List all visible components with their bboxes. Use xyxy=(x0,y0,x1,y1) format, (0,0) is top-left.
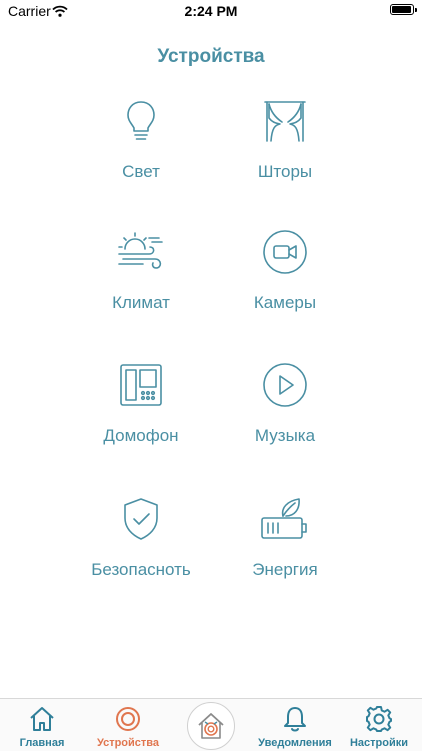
home-logo-button[interactable] xyxy=(187,702,235,750)
shield-check-icon xyxy=(118,496,164,547)
gear-icon xyxy=(365,705,393,738)
device-label-curtains: Шторы xyxy=(257,162,313,181)
battery-leaf-icon xyxy=(259,496,311,547)
device-tile-cameras[interactable]: Камеры xyxy=(205,229,365,339)
page-title: Устройства xyxy=(157,46,265,67)
curtains-icon xyxy=(262,98,308,149)
device-label-energy: Энергия xyxy=(252,560,318,579)
tab-label-home: Главная xyxy=(19,737,65,749)
tab-notifications[interactable]: Уведомления xyxy=(253,699,337,751)
tab-label-devices: Устройства xyxy=(96,737,160,749)
device-label-light: Свет xyxy=(122,162,160,181)
tab-settings[interactable]: Настройки xyxy=(337,699,421,751)
tab-home[interactable]: Главная xyxy=(0,699,84,751)
battery-icon xyxy=(390,4,417,15)
device-tile-curtains[interactable]: Шторы xyxy=(205,98,365,208)
device-label-intercom: Домофон xyxy=(103,426,179,445)
device-label-climate: Климат xyxy=(112,293,170,312)
intercom-icon xyxy=(118,362,164,413)
device-label-cameras: Камеры xyxy=(253,293,317,312)
camera-icon xyxy=(262,229,308,280)
device-tile-light[interactable]: Свет xyxy=(61,98,221,208)
devices-ring-icon xyxy=(114,705,142,738)
device-label-music: Музыка xyxy=(254,426,316,445)
tab-devices[interactable]: Устройства xyxy=(86,699,170,751)
climate-icon xyxy=(115,229,167,280)
play-icon xyxy=(262,362,308,413)
home-icon xyxy=(28,705,56,738)
tab-label-settings: Настройки xyxy=(349,737,409,749)
device-tile-security[interactable]: Безопасноть xyxy=(61,496,221,606)
device-tile-climate[interactable]: Климат xyxy=(61,229,221,339)
tab-label-notifications: Уведомления xyxy=(258,737,332,749)
status-bar: Carrier 2:24 PM xyxy=(0,0,422,22)
device-tile-music[interactable]: Музыка xyxy=(205,362,365,472)
battery-fill xyxy=(392,6,411,13)
lightbulb-icon xyxy=(118,98,164,149)
device-label-security: Безопасноть xyxy=(91,560,191,579)
house-logo-icon xyxy=(195,710,227,747)
clock: 2:24 PM xyxy=(184,3,238,19)
bell-icon xyxy=(281,705,309,738)
device-tile-energy[interactable]: Энергия xyxy=(205,496,365,606)
device-tile-intercom[interactable]: Домофон xyxy=(61,362,221,472)
